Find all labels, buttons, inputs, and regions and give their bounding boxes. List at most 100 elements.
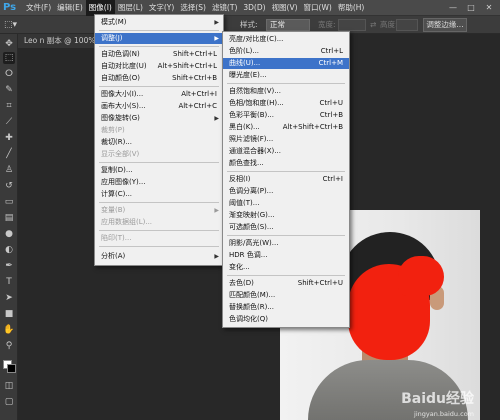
menu-item-analysis[interactable]: 分析(A) ▶ [95, 251, 223, 262]
menu-item-label: 自然饱和度(V)... [229, 87, 281, 95]
menu-item-vibrance[interactable]: 自然饱和度(V)... [223, 86, 349, 97]
move-tool-icon[interactable]: ✥ [3, 38, 15, 50]
menu-item-channel-mixer[interactable]: 通道混合器(X)... [223, 146, 349, 157]
eraser-tool-icon[interactable]: ▭ [3, 196, 15, 208]
menu-item-invert[interactable]: 反相(I) Ctrl+I [223, 174, 349, 185]
zoom-tool-icon[interactable]: ⚲ [3, 340, 15, 352]
clone-stamp-tool-icon[interactable]: ♙ [3, 164, 15, 176]
watermark-url: jingyan.baidu.com [414, 410, 474, 418]
menu-item-label: 照片滤镜(F)... [229, 135, 274, 143]
menu-3d[interactable]: 3D(D) [240, 0, 268, 16]
menu-item-variations[interactable]: 变化... [223, 262, 349, 273]
crop-tool-icon[interactable]: ⌗ [3, 100, 15, 112]
menu-item-mode[interactable]: 模式(M) ▶ [95, 17, 223, 28]
menu-item-replace-color[interactable]: 替换颜色(R)... [223, 302, 349, 313]
menu-item-label: 阈值(T)... [229, 199, 260, 207]
gradient-tool-icon[interactable]: ▤ [3, 212, 15, 224]
close-icon[interactable]: ✕ [482, 2, 496, 13]
screen-mode-icon[interactable]: ▢ [3, 396, 15, 408]
menu-file[interactable]: 文件(F) [23, 0, 54, 16]
healing-brush-tool-icon[interactable]: ✚ [3, 132, 15, 144]
menu-item-trim[interactable]: 裁切(R)... [95, 137, 223, 148]
menu-item-shortcut: Ctrl+L [320, 47, 343, 55]
menu-help[interactable]: 帮助(H) [335, 0, 368, 16]
shape-tool-icon[interactable]: ■ [3, 308, 15, 320]
menu-item-label: 调整(J) [101, 34, 123, 42]
photoshop-logo: Ps [3, 1, 17, 13]
history-brush-tool-icon[interactable]: ↺ [3, 180, 15, 192]
menu-item-auto-contrast[interactable]: 自动对比度(U) Alt+Shift+Ctrl+L [95, 61, 223, 72]
menu-item-equalize[interactable]: 色调均化(Q) [223, 314, 349, 325]
menu-item-apply-data-set[interactable]: 应用数据组(L)... [95, 217, 223, 228]
menu-item-auto-color[interactable]: 自动颜色(O) Shift+Ctrl+B [95, 73, 223, 84]
menu-view[interactable]: 视图(V) [269, 0, 301, 16]
menu-item-label: 变量(B) [101, 206, 126, 214]
menu-item-image-size[interactable]: 图像大小(I)... Alt+Ctrl+I [95, 89, 223, 100]
menu-item-shadows-highlights[interactable]: 阴影/高光(W)... [223, 238, 349, 249]
menu-item-brightness-contrast[interactable]: 亮度/对比度(C)... [223, 34, 349, 45]
menu-item-curves[interactable]: 曲线(U)... Ctrl+M [223, 58, 349, 69]
menu-item-variables[interactable]: 变量(B) ▶ [95, 205, 223, 216]
hand-tool-icon[interactable]: ✋ [3, 324, 15, 336]
menu-item-canvas-size[interactable]: 画布大小(S)... Alt+Ctrl+C [95, 101, 223, 112]
quick-select-tool-icon[interactable]: ✎ [3, 84, 15, 96]
height-field[interactable] [396, 19, 418, 31]
menu-item-apply-image[interactable]: 应用图像(Y)... [95, 177, 223, 188]
menu-item-threshold[interactable]: 阈值(T)... [223, 198, 349, 209]
menu-item-gradient-map[interactable]: 渐变映射(G)... [223, 210, 349, 221]
swap-dimensions-icon[interactable]: ⇄ [370, 19, 376, 31]
menu-item-auto-tone[interactable]: 自动色调(N) Shift+Ctrl+L [95, 49, 223, 60]
lasso-tool-icon[interactable]: ⵔ [3, 68, 15, 80]
pen-tool-icon[interactable]: ✒ [3, 260, 15, 272]
menu-item-posterize[interactable]: 色调分离(P)... [223, 186, 349, 197]
menu-edit[interactable]: 编辑(E) [54, 0, 86, 16]
menu-item-label: 颜色查找... [229, 159, 264, 167]
eyedropper-tool-icon[interactable]: ⟋ [3, 116, 15, 128]
type-tool-icon[interactable]: T [3, 276, 15, 288]
marquee-tool-icon[interactable]: ⬚ [3, 52, 15, 64]
restore-icon[interactable]: □ [464, 2, 478, 13]
menu-item-reveal-all[interactable]: 显示全部(V) [95, 149, 223, 160]
menu-separator [99, 30, 219, 31]
quick-mask-icon[interactable]: ◫ [3, 380, 15, 392]
menu-item-shortcut: Ctrl+I [322, 175, 343, 183]
menu-item-trap[interactable]: 陷印(T)... [95, 233, 223, 244]
menu-separator [99, 162, 219, 163]
menu-item-desaturate[interactable]: 去色(D) Shift+Ctrl+U [223, 278, 349, 289]
style-select[interactable]: 正常 [266, 19, 310, 31]
menu-item-photo-filter[interactable]: 照片滤镜(F)... [223, 134, 349, 145]
refine-edge-button[interactable]: 调整边缘... [423, 18, 467, 32]
submenu-arrow-icon: ▶ [214, 19, 219, 26]
dodge-tool-icon[interactable]: ◐ [3, 244, 15, 256]
path-select-tool-icon[interactable]: ➤ [3, 292, 15, 304]
image-menu-dropdown: 模式(M) ▶ 调整(J) ▶ 自动色调(N) Shift+Ctrl+L 自动对比度(… [94, 14, 224, 266]
menu-item-adjustments[interactable]: 调整(J) ▶ [95, 33, 223, 44]
menu-window[interactable]: 窗口(W) [301, 0, 335, 16]
menu-item-label: 显示全部(V) [101, 150, 140, 158]
marquee-preset-icon[interactable]: ⬚▾ [4, 19, 24, 31]
menu-item-color-balance[interactable]: 色彩平衡(B)... Ctrl+B [223, 110, 349, 121]
brush-tool-icon[interactable]: ╱ [3, 148, 15, 160]
background-color-swatch[interactable] [7, 364, 16, 373]
menu-item-image-rotation[interactable]: 图像旋转(G) ▶ [95, 113, 223, 124]
menu-item-color-lookup[interactable]: 颜色查找... [223, 158, 349, 169]
menu-item-selective-color[interactable]: 可选颜色(S)... [223, 222, 349, 233]
window-controls: — □ ✕ [446, 2, 496, 13]
minimize-icon[interactable]: — [446, 2, 460, 13]
menu-item-shortcut: Ctrl+U [319, 99, 343, 107]
menu-item-hdr-toning[interactable]: HDR 色调... [223, 250, 349, 261]
width-field[interactable] [338, 19, 366, 31]
menu-item-black-white[interactable]: 黑白(K)... Alt+Shift+Ctrl+B [223, 122, 349, 133]
menu-item-match-color[interactable]: 匹配颜色(M)... [223, 290, 349, 301]
menu-item-calculations[interactable]: 计算(C)... [95, 189, 223, 200]
menu-item-exposure[interactable]: 曝光度(E)... [223, 70, 349, 81]
menu-item-hue-saturation[interactable]: 色相/饱和度(H)... Ctrl+U [223, 98, 349, 109]
menu-item-label: 色阶(L)... [229, 47, 260, 55]
menu-item-duplicate[interactable]: 复制(D)... [95, 165, 223, 176]
menu-item-levels[interactable]: 色阶(L)... Ctrl+L [223, 46, 349, 57]
blur-tool-icon[interactable]: ● [3, 228, 15, 240]
tools-panel: ✥ ⬚ ⵔ ✎ ⌗ ⟋ ✚ ╱ ♙ ↺ ▭ ▤ ● ◐ ✒ T ➤ ■ ✋ ⚲ … [0, 34, 18, 420]
menu-separator [99, 230, 219, 231]
menu-item-crop[interactable]: 裁剪(P) [95, 125, 223, 136]
menu-item-label: 匹配颜色(M)... [229, 291, 276, 299]
